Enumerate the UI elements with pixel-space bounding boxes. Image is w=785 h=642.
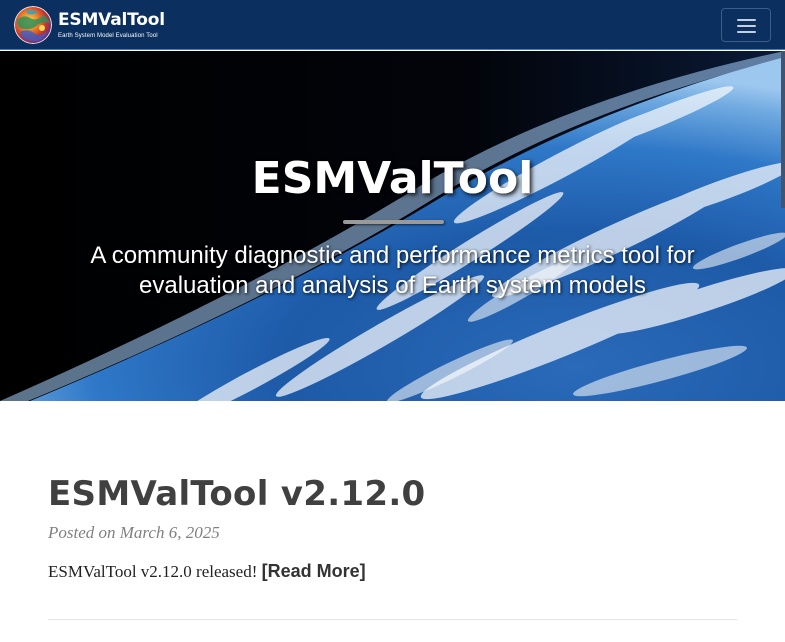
- post-preview: ESMValTool v2.12.0 Posted on March 6, 20…: [48, 470, 737, 581]
- hero-divider: [343, 220, 444, 224]
- hero-banner: ESMValTool A community diagnostic and pe…: [0, 51, 785, 401]
- post-divider: [48, 619, 737, 620]
- brand-text: ESMValTool Earth System Model Evaluation…: [58, 10, 165, 40]
- navbar-toggle-button[interactable]: [721, 8, 771, 42]
- post-body: ESMValTool v2.12.0 released! [Read More]: [48, 560, 366, 583]
- top-navbar: ESMValTool Earth System Model Evaluation…: [0, 0, 785, 50]
- hero-tagline: A community diagnostic and performance m…: [40, 241, 745, 301]
- brand-title: ESMValTool: [58, 10, 165, 30]
- read-more-link[interactable]: [Read More]: [262, 561, 366, 581]
- globe-logo-icon: [14, 6, 52, 44]
- hero-title: ESMValTool: [251, 153, 534, 204]
- hero-tagline-line-2: evaluation and analysis of Earth system …: [139, 272, 646, 299]
- brand-link[interactable]: ESMValTool Earth System Model Evaluation…: [14, 6, 165, 44]
- post-body-text: ESMValTool v2.12.0 released!: [48, 562, 262, 581]
- post-title[interactable]: ESMValTool v2.12.0: [48, 470, 737, 518]
- earth-from-space-image: [0, 51, 785, 401]
- hero-tagline-line-1: A community diagnostic and performance m…: [90, 242, 695, 269]
- brand-subtitle: Earth System Model Evaluation Tool: [58, 33, 158, 39]
- post-meta: Posted on March 6, 2025: [48, 523, 220, 542]
